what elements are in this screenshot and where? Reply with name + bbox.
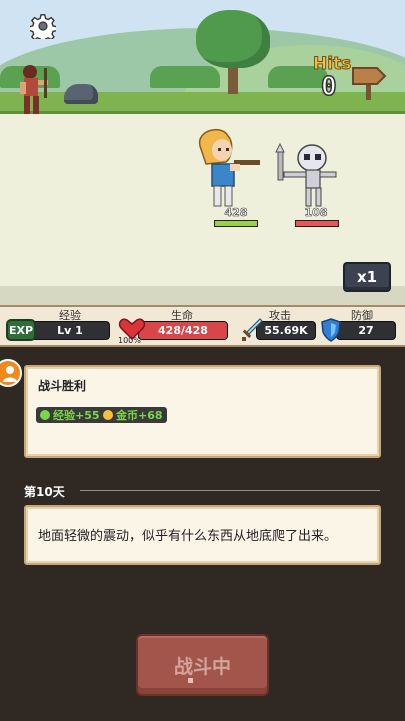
level-text: Lv 1 bbox=[57, 324, 83, 337]
reward-exp-badge: 经验+55 bbox=[36, 407, 104, 423]
hero-hp-fill bbox=[215, 221, 257, 226]
attack-value-box: 55.69K bbox=[256, 321, 316, 340]
hits-label: Hits bbox=[312, 54, 352, 75]
shield-icon bbox=[321, 318, 341, 342]
button-indicator-dot bbox=[188, 678, 193, 683]
exp-badge-icon: EXP bbox=[6, 319, 36, 341]
day-divider bbox=[80, 490, 380, 491]
exp-bar: Lv 1 bbox=[30, 321, 110, 340]
speed-toggle-button[interactable]: x1 bbox=[343, 262, 391, 292]
life-bar: 428/428 bbox=[138, 321, 228, 340]
reward-gold-badge: 金币+68 bbox=[99, 407, 167, 423]
hits-count: 0 bbox=[320, 71, 337, 103]
event-text: 地面轻微的震动，似乎有什么东西从地底爬了出来。 bbox=[38, 529, 338, 544]
life-percent: 100% bbox=[118, 336, 141, 345]
enemy-hp-fill bbox=[296, 221, 338, 226]
attack-value: 55.69K bbox=[264, 324, 308, 337]
victory-title: 战斗胜利 bbox=[38, 379, 87, 393]
settings-gear-icon[interactable] bbox=[30, 13, 56, 39]
stats-bar: 经验 Lv 1 EXP 生命 428/428 100% 攻击 55.69K 防御 bbox=[0, 305, 405, 347]
hits-counter: Hits 0 bbox=[309, 54, 389, 104]
defense-value-box: 27 bbox=[336, 321, 396, 340]
sword-icon bbox=[242, 318, 263, 341]
fighting-button[interactable]: 战斗中 bbox=[136, 634, 269, 696]
attack-stat: 攻击 55.69K bbox=[240, 307, 316, 345]
event-card: 地面轻微的震动，似乎有什么东西从地底爬了出来。 bbox=[24, 505, 381, 565]
bush bbox=[150, 66, 220, 88]
avatar bbox=[0, 359, 22, 387]
hero-hp-number: 428 bbox=[224, 206, 248, 220]
life-value: 428/428 bbox=[158, 324, 208, 337]
enemy-hp-number: 108 bbox=[304, 206, 328, 220]
defense-value: 27 bbox=[358, 324, 374, 337]
defense-stat: 防御 27 bbox=[320, 307, 400, 345]
background-warrior-sprite bbox=[12, 62, 54, 118]
skeleton-enemy-sprite bbox=[272, 142, 346, 208]
hero-hp-bar bbox=[214, 220, 258, 227]
reward-exp-label: 经验+55 bbox=[53, 409, 100, 422]
signpost-icon bbox=[352, 67, 387, 100]
victory-card: 战斗胜利 经验+55 金币+68 bbox=[24, 365, 381, 458]
rock bbox=[64, 84, 98, 104]
day-label: 第10天 bbox=[24, 485, 65, 499]
reward-gold-label: 金币+68 bbox=[116, 409, 163, 422]
gold-coin-icon bbox=[103, 410, 113, 420]
user-icon bbox=[3, 366, 17, 382]
tree bbox=[196, 10, 270, 68]
hero-sprite bbox=[192, 124, 264, 210]
exp-stat: 经验 Lv 1 EXP bbox=[0, 307, 112, 345]
enemy-hp-bar bbox=[295, 220, 339, 227]
battle-scene: Hits 0 428 108 x1 bbox=[0, 0, 405, 305]
exp-reward-icon bbox=[40, 410, 50, 420]
